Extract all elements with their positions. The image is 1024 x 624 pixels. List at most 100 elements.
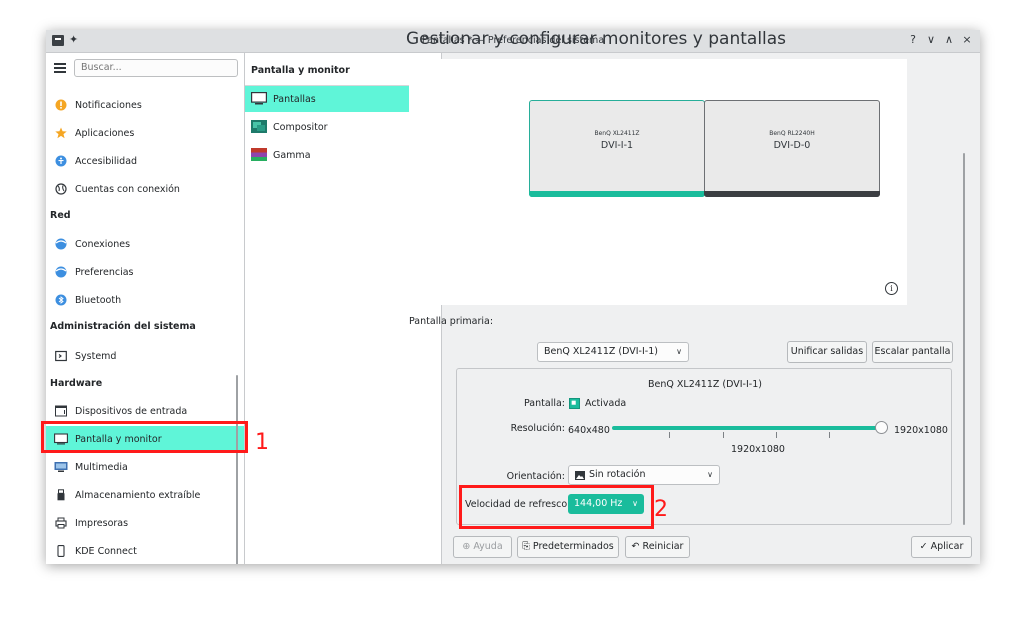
check-icon: ✓	[919, 541, 928, 552]
display-enabled-label: Activada	[585, 398, 627, 409]
subnav-item-label: Gamma	[273, 150, 311, 161]
sidebar-item-impresoras[interactable]: Impresoras	[46, 510, 244, 536]
resolution-current-label: 1920x1080	[731, 444, 785, 455]
apply-button[interactable]: ✓ Aplicar	[911, 536, 972, 558]
annotation-number-2: 2	[654, 497, 668, 522]
chevron-down-icon: ∨	[676, 347, 682, 356]
bluetooth-icon	[55, 294, 67, 306]
printer-icon	[55, 517, 67, 529]
search-input[interactable]	[74, 59, 238, 77]
sidebar-item-label: Bluetooth	[75, 295, 122, 306]
network-preferences-icon	[55, 266, 67, 278]
sidebar-item-accesibilidad[interactable]: Accesibilidad	[46, 148, 244, 174]
subnav-item-label: Pantallas	[273, 94, 316, 105]
reset-button[interactable]: ↶ Reiniciar	[625, 536, 690, 558]
section-heading-hardware: Hardware	[50, 378, 103, 389]
keyboard-icon	[55, 405, 67, 417]
sidebar-item-systemd[interactable]: Systemd	[46, 343, 244, 369]
resolution-min-label: 640x480	[568, 425, 610, 436]
sidebar-item-label: Accesibilidad	[75, 156, 138, 167]
monitor-status-bar	[529, 191, 705, 197]
sidebar-item-preferencias[interactable]: Preferencias	[46, 259, 244, 285]
sidebar-item-label: Conexiones	[75, 239, 131, 250]
phone-icon	[57, 545, 65, 557]
hamburger-menu-icon[interactable]	[54, 63, 66, 73]
sidebar-item-label: Cuentas con conexión	[75, 184, 180, 195]
defaults-button-label: Predeterminados	[532, 541, 614, 552]
monitor-arrangement-view[interactable]: BenQ XL2411Z DVI-I-1 BenQ RL2240H DVI-D-…	[409, 59, 907, 305]
sidebar-item-label: Systemd	[75, 351, 117, 362]
usb-icon	[57, 489, 65, 501]
help-icon[interactable]: ?	[906, 33, 920, 46]
sidebar-item-cuentas[interactable]: Cuentas con conexión	[46, 176, 244, 202]
monitor-connector: DVI-I-1	[600, 140, 634, 151]
resolution-label: Resolución:	[510, 423, 565, 434]
orientation-value: Sin rotación	[589, 469, 646, 480]
monitor-tile-secondary[interactable]: BenQ RL2240H DVI-D-0	[704, 100, 880, 197]
sidebar: Notificaciones Aplicaciones Accesibilida…	[46, 53, 245, 564]
multimedia-icon	[54, 462, 68, 472]
sidebar-item-label: KDE Connect	[75, 546, 137, 557]
chevron-down-icon: ∨	[707, 470, 713, 479]
section-heading-administracion: Administración del sistema	[50, 321, 196, 332]
output-title: BenQ XL2411Z (DVI-I-1)	[648, 379, 762, 390]
sidebar-item-multimedia[interactable]: Multimedia	[46, 454, 244, 480]
sidebar-item-label: Aplicaciones	[75, 128, 135, 139]
primary-display-label: Pantalla primaria:	[409, 316, 494, 327]
primary-display-select[interactable]: BenQ XL2411Z (DVI-I-1) ∨	[537, 342, 689, 362]
subnav-item-label: Compositor	[273, 122, 328, 133]
monitor-connector: DVI-D-0	[773, 140, 811, 151]
content-scrollbar[interactable]	[963, 153, 965, 525]
resolution-max-label: 1920x1080	[894, 425, 948, 436]
monitor-model: BenQ RL2240H	[769, 130, 815, 137]
defaults-icon: ⎘	[522, 541, 530, 552]
minimize-icon[interactable]: ∨	[924, 33, 938, 46]
display-enabled-checkbox[interactable]	[569, 398, 580, 409]
terminal-icon	[55, 350, 67, 362]
orientation-select[interactable]: Sin rotación ∨	[568, 465, 720, 485]
maximize-icon[interactable]: ∧	[942, 33, 956, 46]
sidebar-item-bluetooth[interactable]: Bluetooth	[46, 287, 244, 313]
help-icon: ⊕	[462, 541, 471, 552]
unify-outputs-button[interactable]: Unificar salidas	[787, 341, 867, 363]
sidebar-item-kde-connect[interactable]: KDE Connect	[46, 538, 244, 564]
globe-icon	[55, 183, 67, 195]
monitor-tile-primary[interactable]: BenQ XL2411Z DVI-I-1	[529, 100, 705, 197]
check-icon	[571, 400, 576, 405]
slider-tick	[829, 432, 830, 438]
sidebar-item-label: Multimedia	[75, 462, 128, 473]
display-label: Pantalla:	[524, 398, 565, 409]
primary-display-value: BenQ XL2411Z (DVI-I-1)	[544, 346, 658, 357]
scale-display-button[interactable]: Escalar pantalla	[872, 341, 953, 363]
sidebar-item-notificaciones[interactable]: Notificaciones	[46, 92, 244, 118]
slider-tick	[776, 432, 777, 438]
sidebar-item-aplicaciones[interactable]: Aplicaciones	[46, 120, 244, 146]
image-icon	[575, 471, 585, 480]
sidebar-item-label: Impresoras	[75, 518, 129, 529]
network-icon	[55, 238, 67, 250]
slider-tick	[669, 432, 670, 438]
sidebar-item-conexiones[interactable]: Conexiones	[46, 231, 244, 257]
defaults-button[interactable]: ⎘ Predeterminados	[517, 536, 619, 558]
sidebar-item-label: Notificaciones	[75, 100, 142, 111]
orientation-label: Orientación:	[506, 471, 565, 482]
sidebar-item-label: Preferencias	[75, 267, 134, 278]
help-button[interactable]: ⊕ Ayuda	[453, 536, 512, 558]
reset-button-label: Reiniciar	[642, 541, 684, 552]
notification-icon	[55, 99, 67, 111]
sidebar-item-label: Dispositivos de entrada	[75, 406, 188, 417]
resolution-slider-track[interactable]	[612, 426, 878, 430]
sidebar-item-almacenamiento[interactable]: Almacenamiento extraíble	[46, 482, 244, 508]
help-button-label: Ayuda	[473, 541, 503, 552]
section-heading-red: Red	[50, 210, 71, 221]
info-icon[interactable]: i	[885, 282, 898, 295]
monitor-status-bar	[704, 191, 880, 197]
sidebar-scrollbar[interactable]	[236, 375, 238, 564]
star-icon	[55, 127, 67, 139]
annotation-box-2	[459, 485, 654, 529]
close-icon[interactable]: ×	[960, 33, 974, 46]
apply-button-label: Aplicar	[930, 541, 964, 552]
accessibility-icon	[55, 155, 67, 167]
resolution-slider-handle[interactable]	[875, 421, 888, 434]
page-title: Gestionar y configurar monitores y panta…	[406, 29, 787, 49]
